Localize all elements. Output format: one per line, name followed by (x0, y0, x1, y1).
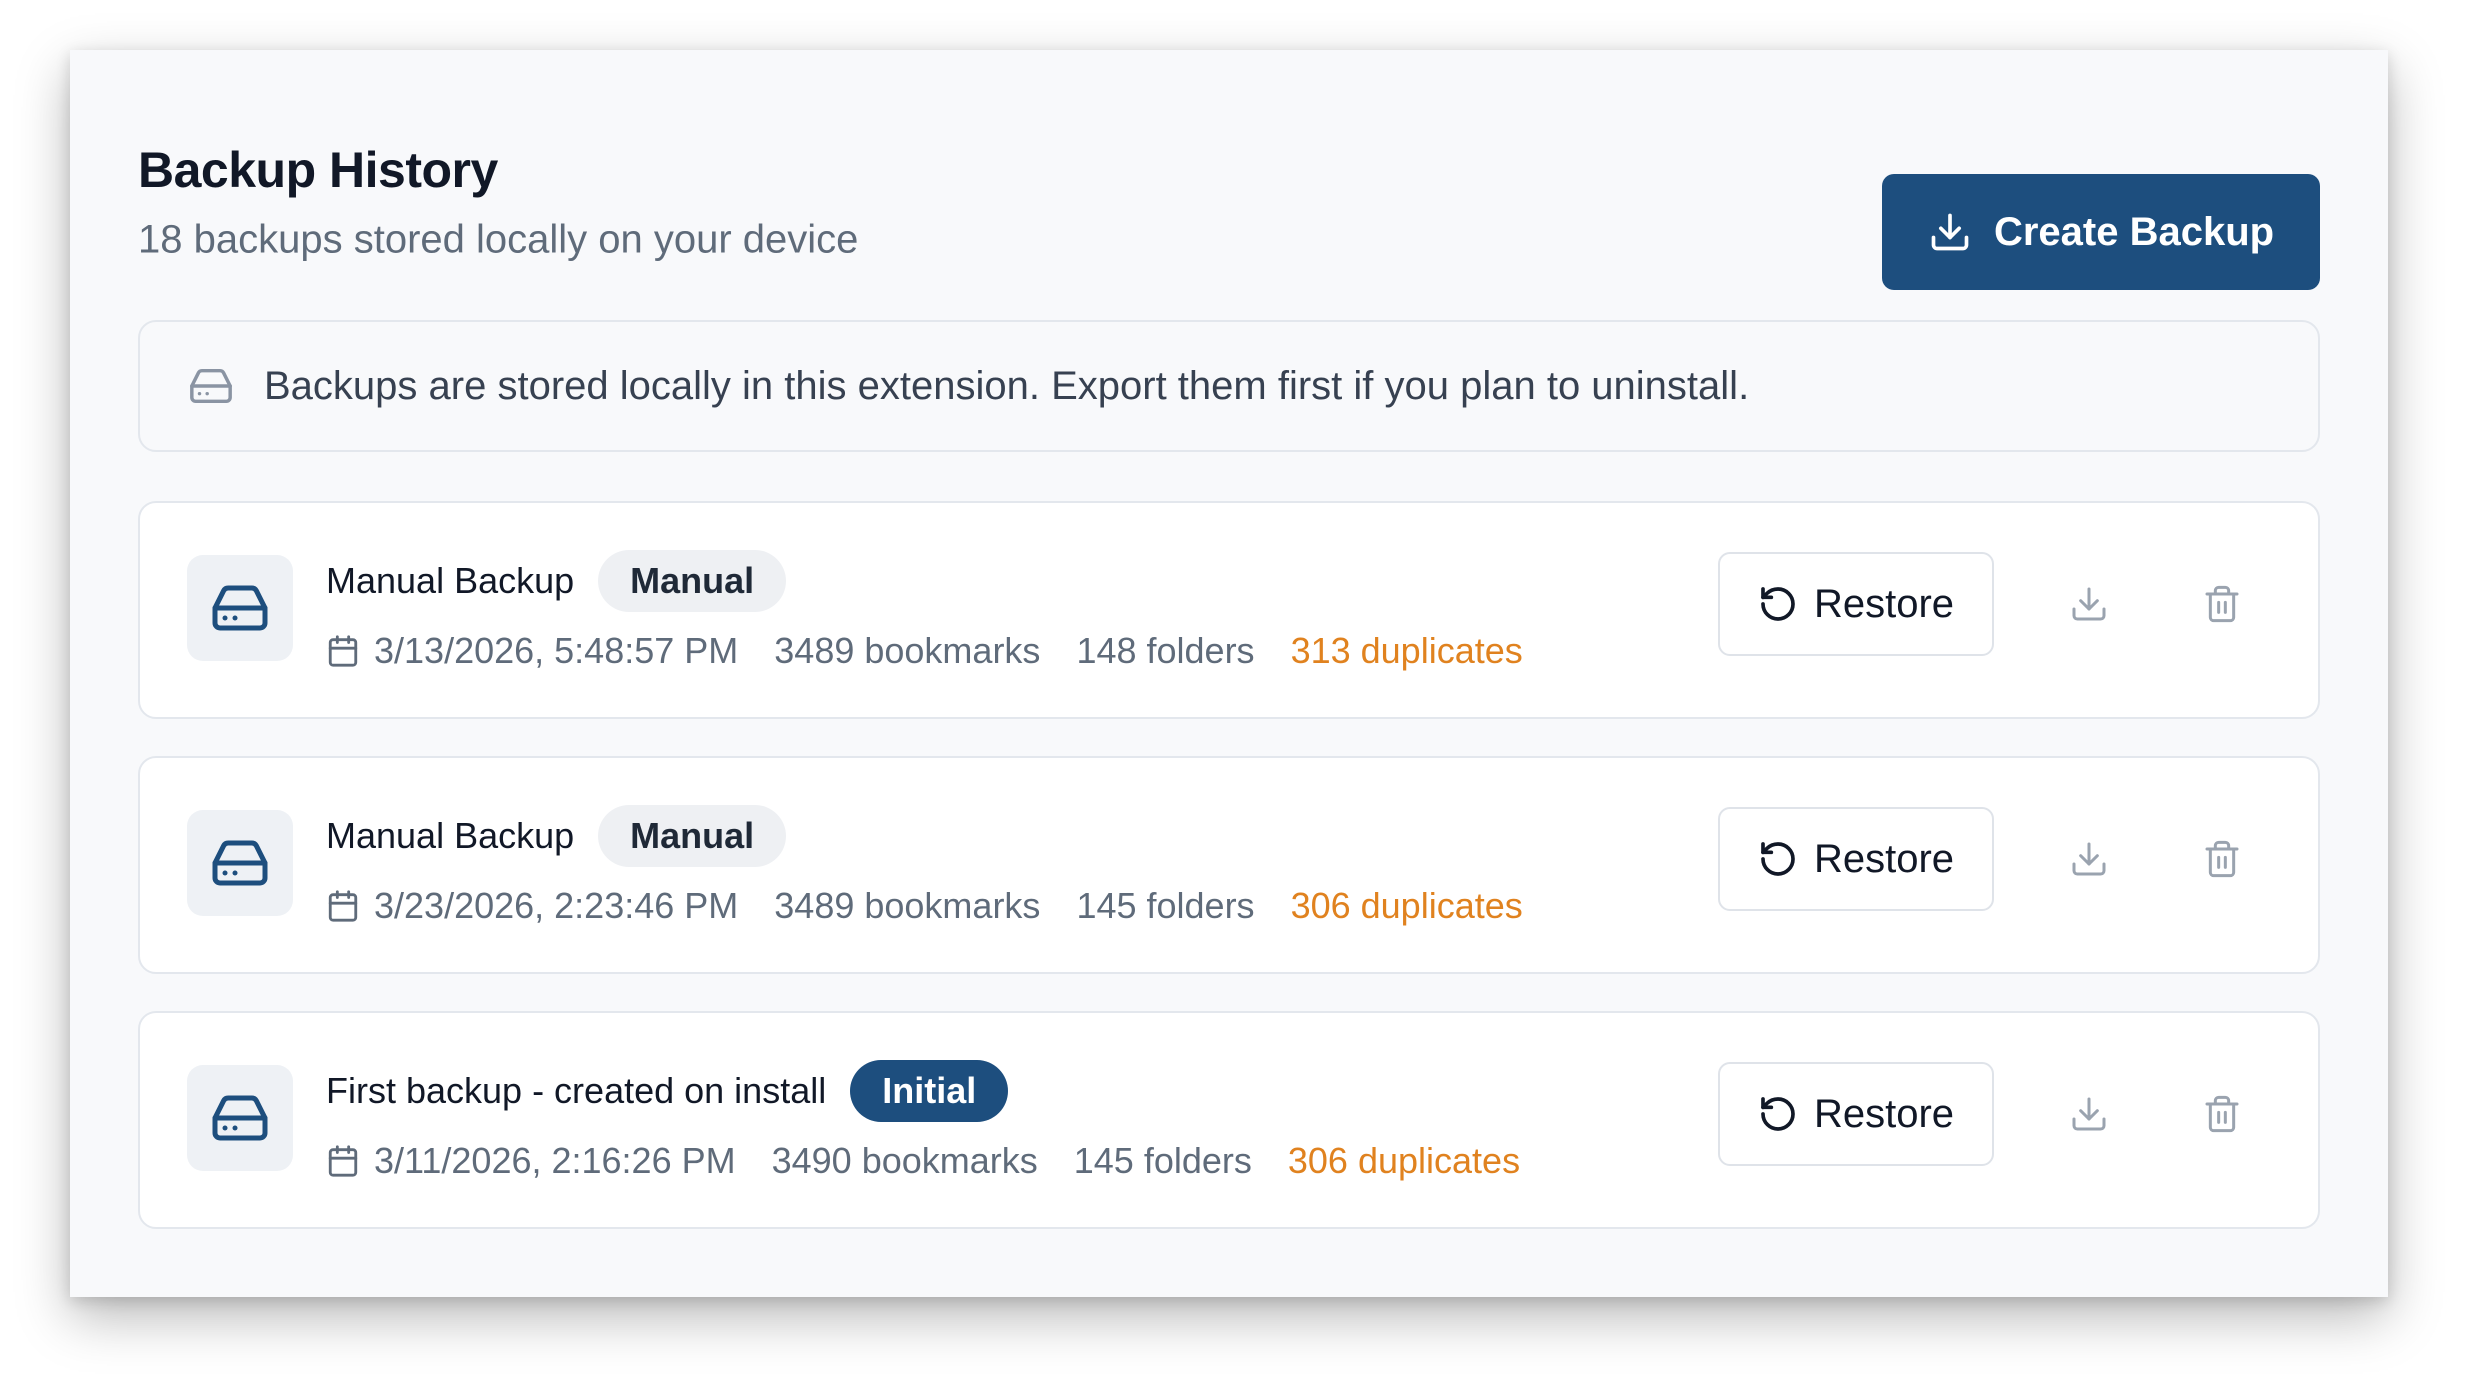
backup-duplicates-count: 306 duplicates (1290, 885, 1523, 926)
calendar-icon (328, 635, 358, 667)
backup-type-badge: Manual (598, 550, 787, 612)
download-icon (2072, 587, 2106, 621)
download-icon (1931, 213, 1969, 251)
backup-bookmarks-count: 3489 bookmarks (774, 630, 1041, 671)
backup-name: Manual Backup (326, 560, 575, 601)
backup-history-panel: Backup History 18 backups stored locally… (70, 50, 2388, 1297)
backup-title-row: First backup - created on install Initia… (326, 1059, 1009, 1123)
delete-backup-button[interactable] (2188, 570, 2256, 638)
backup-title-row: Manual Backup Manual (326, 549, 787, 613)
backup-card: First backup - created on install Initia… (138, 1011, 2320, 1229)
download-icon (2072, 842, 2106, 876)
trash-icon (2205, 585, 2239, 623)
hard-drive-icon (188, 363, 234, 409)
restore-button[interactable]: Restore (1718, 552, 1994, 656)
backup-name: Manual Backup (326, 815, 575, 856)
backup-date: 3/11/2026, 2:16:26 PM (326, 1140, 736, 1182)
calendar-icon (328, 1145, 358, 1177)
backup-date: 3/13/2026, 5:48:57 PM (326, 630, 738, 672)
restore-icon (1761, 587, 1795, 621)
restore-label: Restore (1813, 1091, 1955, 1136)
backup-folders-count: 145 folders (1073, 1140, 1252, 1181)
backup-meta: 3/13/2026, 5:48:57 PM 3489 bookmarks 148… (326, 623, 1523, 679)
restore-button[interactable]: Restore (1718, 807, 1994, 911)
create-backup-label: Create Backup (1993, 209, 2275, 254)
backup-name: First backup - created on install (326, 1070, 827, 1111)
backup-title-row: Manual Backup Manual (326, 804, 787, 868)
delete-backup-button[interactable] (2188, 1080, 2256, 1148)
restore-label: Restore (1813, 581, 1955, 626)
restore-icon (1761, 1097, 1795, 1131)
restore-label: Restore (1813, 836, 1955, 881)
storage-notice: Backups are stored locally in this exten… (138, 320, 2320, 452)
backup-duplicates-count: 306 duplicates (1287, 1140, 1521, 1181)
download-backup-button[interactable] (2055, 570, 2123, 638)
restore-icon (1761, 842, 1795, 876)
backup-folders-count: 145 folders (1076, 885, 1255, 926)
hard-drive-icon (187, 1065, 293, 1171)
backup-date-text: 3/23/2026, 2:23:46 PM (374, 885, 739, 926)
backup-bookmarks-count: 3489 bookmarks (774, 885, 1041, 926)
backup-duplicates-count: 313 duplicates (1290, 630, 1523, 671)
delete-backup-button[interactable] (2188, 825, 2256, 893)
backup-date-text: 3/13/2026, 5:48:57 PM (374, 630, 739, 671)
header: Backup History 18 backups stored locally… (138, 120, 2320, 290)
backup-meta: 3/11/2026, 2:16:26 PM 3490 bookmarks 145… (326, 1133, 1520, 1189)
calendar-icon (328, 890, 358, 922)
hard-drive-icon (187, 810, 293, 916)
backup-folders-count: 148 folders (1076, 630, 1255, 671)
page-subtitle: 18 backups stored locally on your device (138, 217, 859, 262)
backup-meta: 3/23/2026, 2:23:46 PM 3489 bookmarks 145… (326, 878, 1523, 934)
trash-icon (2205, 1095, 2239, 1133)
trash-icon (2205, 840, 2239, 878)
hard-drive-icon (187, 555, 293, 661)
backup-date: 3/23/2026, 2:23:46 PM (326, 885, 738, 927)
create-backup-button[interactable]: Create Backup (1882, 174, 2320, 290)
backup-type-badge: Initial (850, 1060, 1009, 1122)
storage-notice-text: Backups are stored locally in this exten… (264, 363, 1750, 408)
download-backup-button[interactable] (2055, 825, 2123, 893)
restore-button[interactable]: Restore (1718, 1062, 1994, 1166)
backup-card: Manual Backup Manual 3/23/2026, 2:23:46 … (138, 756, 2320, 974)
backup-card: Manual Backup Manual 3/13/2026, 5:48:57 … (138, 501, 2320, 719)
backup-bookmarks-count: 3490 bookmarks (771, 1140, 1038, 1181)
download-icon (2072, 1097, 2106, 1131)
backup-date-text: 3/11/2026, 2:16:26 PM (374, 1140, 736, 1181)
download-backup-button[interactable] (2055, 1080, 2123, 1148)
backup-type-badge: Manual (598, 805, 787, 867)
page-title: Backup History (138, 142, 498, 198)
